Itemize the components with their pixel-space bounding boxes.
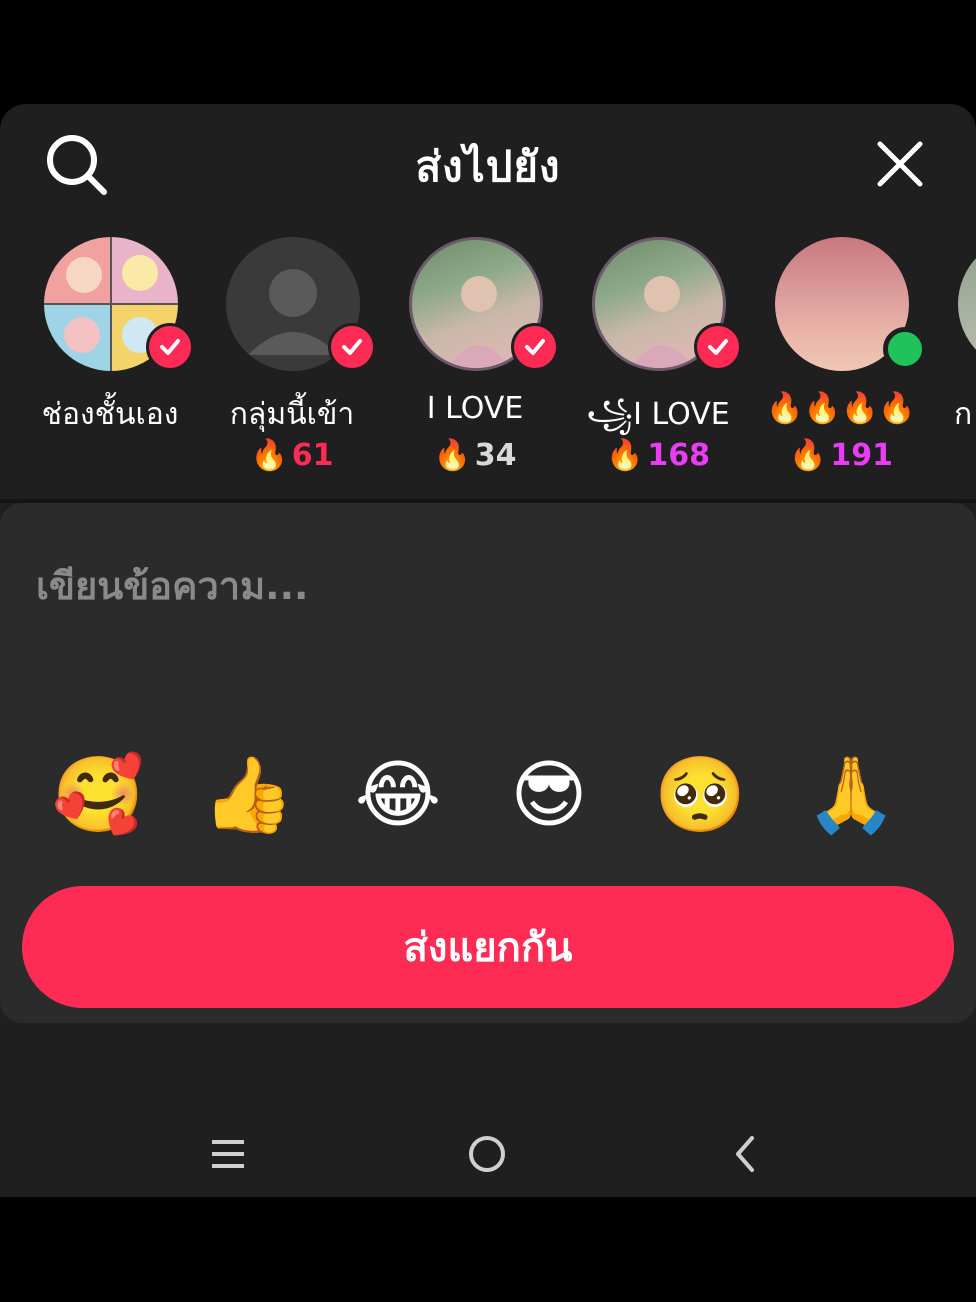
share-sheet: ส่งไปยัง ช่องชั้นเอง กลุ่มนี้เข้า 🔥 61 I… <box>0 104 976 1197</box>
home-button[interactable] <box>457 1124 517 1184</box>
fire-icon: 🔥 <box>606 438 644 473</box>
sheet-header: ส่งไปยัง <box>0 104 976 214</box>
sheet-title: ส่งไปยัง <box>415 142 561 191</box>
contact-item[interactable]: ก <box>934 234 976 499</box>
check-icon <box>525 339 545 355</box>
contact-name: ก <box>954 397 973 432</box>
selected-badge <box>146 323 194 371</box>
contact-item[interactable]: ช่องชั้นเอง <box>20 234 200 499</box>
streak-count: 🔥 34 <box>385 438 565 473</box>
streak-number: 61 <box>291 438 334 473</box>
emoji-smiling-hearts[interactable]: 🥰 <box>52 749 144 841</box>
back-button[interactable] <box>716 1124 776 1184</box>
emoji-pleading[interactable]: 🥺 <box>654 749 746 841</box>
message-input[interactable] <box>34 555 938 617</box>
check-icon <box>342 339 362 355</box>
avatar <box>958 237 976 371</box>
contact-name: กลุ่มนี้เข้า <box>229 397 355 432</box>
recent-apps-icon <box>212 1140 244 1168</box>
contact-item[interactable]: กลุ่มนี้เข้า 🔥 61 <box>202 234 382 499</box>
contact-name-text: I LOVE <box>633 397 730 432</box>
streak-number: 34 <box>474 438 517 473</box>
close-icon <box>877 141 923 187</box>
fire-icon: 🔥 <box>250 438 288 473</box>
emoji-tears-of-joy[interactable]: 😂 <box>352 749 444 841</box>
online-indicator <box>883 327 927 371</box>
check-icon <box>708 339 728 355</box>
selected-badge <box>328 323 376 371</box>
selected-badge <box>694 323 742 371</box>
emoji-sunglasses[interactable]: 😎 <box>503 749 595 841</box>
home-icon <box>469 1136 505 1172</box>
emoji-thumbs-up[interactable]: 👍 <box>202 749 294 841</box>
streak-count: 🔥 191 <box>751 438 931 473</box>
selected-badge <box>511 323 559 371</box>
contact-name: ช่องชั้นเอง <box>41 397 179 432</box>
check-icon <box>160 339 180 355</box>
contact-name: I LOVE <box>426 391 524 426</box>
contact-item[interactable]: ꧁I LOVE 🔥 168 <box>568 234 748 499</box>
streak-count: 🔥 61 <box>202 438 382 473</box>
system-navigation-bar <box>0 1104 976 1197</box>
contact-name: 🔥🔥🔥🔥 <box>766 391 916 426</box>
close-button[interactable] <box>870 134 930 194</box>
emoji-folded-hands[interactable]: 🙏 <box>805 749 897 841</box>
compose-panel: 🥰 👍 😂 😎 🥺 🙏 ส่งแยกกัน <box>0 503 976 1023</box>
streak-count: 🔥 168 <box>568 438 748 473</box>
streak-number: 168 <box>647 438 710 473</box>
contact-item[interactable]: I LOVE 🔥 34 <box>385 234 565 499</box>
flame-icon: 🔥 <box>433 438 471 473</box>
fire-icon: 🔥 <box>789 438 827 473</box>
name-decoration: ꧁ <box>586 397 634 432</box>
send-separately-button[interactable]: ส่งแยกกัน <box>22 886 954 1008</box>
recent-apps-button[interactable] <box>198 1124 258 1184</box>
back-icon <box>736 1136 754 1172</box>
streak-number: 191 <box>830 438 893 473</box>
contact-item[interactable]: 🔥🔥🔥🔥 🔥 191 <box>751 234 931 499</box>
contact-list: ช่องชั้นเอง กลุ่มนี้เข้า 🔥 61 I LOVE 🔥 3… <box>0 234 976 499</box>
